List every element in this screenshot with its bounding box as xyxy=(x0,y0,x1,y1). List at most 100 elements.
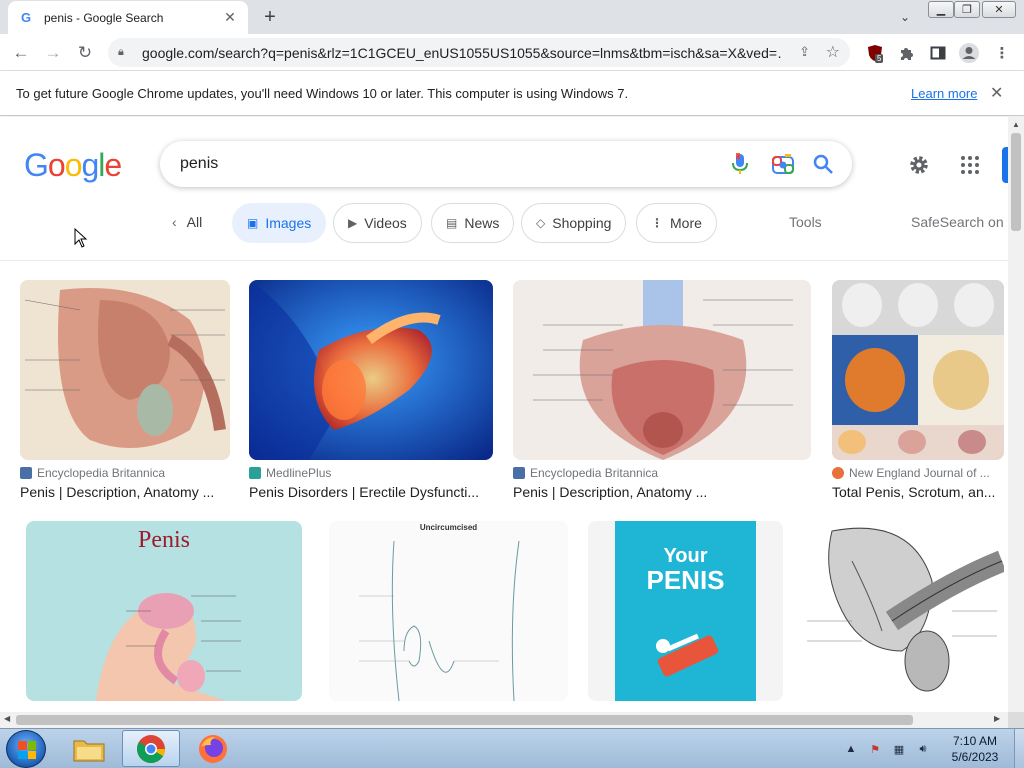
start-button[interactable] xyxy=(6,730,46,768)
image-result-5[interactable]: Penis xyxy=(26,521,302,701)
image-thumbnail[interactable] xyxy=(513,280,811,460)
result-source: MedlinePlus xyxy=(249,466,493,480)
medlineplus-favicon-icon xyxy=(249,467,261,479)
result-caption[interactable]: Penis Disorders | Erectile Dysfuncti... xyxy=(249,484,493,500)
browser-tab[interactable]: G penis - Google Search ✕ xyxy=(8,1,248,34)
chip-images[interactable]: ▣ Images xyxy=(232,203,327,243)
more-vertical-icon: ⋮ xyxy=(651,216,663,230)
google-apps-grid-icon[interactable] xyxy=(960,155,980,175)
tab-search-chevron-icon[interactable]: ⌄ xyxy=(894,6,916,28)
learn-more-link[interactable]: Learn more xyxy=(911,86,977,101)
microphone-icon[interactable] xyxy=(730,153,750,175)
search-icon[interactable] xyxy=(812,153,834,175)
result-caption[interactable]: Total Penis, Scrotum, an... xyxy=(832,484,1004,500)
image-result-3[interactable]: Encyclopedia Britannica Penis | Descript… xyxy=(513,280,811,500)
tab-strip: G penis - Google Search ✕ + ⌄ ▁ ❐ ✕ xyxy=(0,0,1024,34)
taskbar-firefox[interactable] xyxy=(184,730,242,767)
window-close-button[interactable]: ✕ xyxy=(982,1,1016,18)
chip-news[interactable]: ▤ News xyxy=(431,203,515,243)
close-infobar-icon[interactable]: ✕ xyxy=(990,83,1003,103)
page-content: Google penis ‹ All ▣ Images ▶ Videos ▤ N… xyxy=(0,117,1008,712)
image-thumbnail[interactable] xyxy=(802,521,1004,701)
image-thumbnail[interactable]: Penis xyxy=(26,521,302,701)
image-result-2[interactable]: MedlinePlus Penis Disorders | Erectile D… xyxy=(249,280,493,500)
image-result-1[interactable]: Encyclopedia Britannica Penis | Descript… xyxy=(20,280,230,500)
network-icon[interactable]: ▦ xyxy=(890,740,908,758)
chip-all[interactable]: ‹ All xyxy=(172,214,202,230)
image-result-6[interactable]: Uncircumcised xyxy=(329,521,568,701)
bookmark-star-icon[interactable]: ☆ xyxy=(826,42,840,62)
new-tab-button[interactable]: + xyxy=(258,5,282,29)
google-favicon-icon: G xyxy=(20,10,32,25)
google-logo[interactable]: Google xyxy=(24,147,122,184)
horizontal-scrollbar[interactable]: ◀ ▶ xyxy=(0,712,1008,728)
taskbar-chrome[interactable] xyxy=(122,730,180,767)
britannica-favicon-icon xyxy=(20,467,32,479)
image-thumbnail[interactable] xyxy=(832,280,1004,460)
search-filter-chips: ‹ All ▣ Images ▶ Videos ▤ News ◇ Shopping ⋮ Mo… xyxy=(0,203,1008,245)
search-input[interactable]: penis xyxy=(180,155,218,173)
reload-button[interactable]: ↻ xyxy=(72,40,98,66)
clock-time: 7:10 AM xyxy=(952,734,998,748)
result-caption[interactable]: Penis | Description, Anatomy ... xyxy=(513,484,811,500)
chrome-menu-icon[interactable]: ⋮ xyxy=(990,41,1014,65)
extensions-puzzle-icon[interactable] xyxy=(894,41,918,65)
scroll-right-arrow-icon[interactable]: ▶ xyxy=(994,714,1000,723)
scroll-left-arrow-icon[interactable]: ◀ xyxy=(4,714,10,723)
image-thumbnail[interactable]: Your PENIS xyxy=(588,521,783,701)
image-result-7[interactable]: Your PENIS xyxy=(588,521,783,701)
chevron-left-icon: ‹ xyxy=(172,214,177,230)
video-icon: ▶ xyxy=(348,216,358,230)
image-thumbnail[interactable]: Uncircumcised xyxy=(329,521,568,701)
mouse-cursor-icon xyxy=(74,228,88,248)
forward-button[interactable]: → xyxy=(40,40,66,66)
tab-title: penis - Google Search xyxy=(44,10,164,25)
safesearch-button[interactable]: SafeSearch on xyxy=(911,214,1004,230)
folder-icon xyxy=(73,740,105,761)
minimize-button[interactable]: ▁ xyxy=(928,1,954,18)
close-tab-icon[interactable]: ✕ xyxy=(222,9,238,26)
settings-gear-icon[interactable] xyxy=(907,153,931,177)
update-infobar: To get future Google Chrome updates, you… xyxy=(0,71,1024,116)
ublock-extension-icon[interactable]: 5 xyxy=(863,41,887,65)
lens-camera-icon[interactable] xyxy=(772,154,794,174)
share-icon[interactable]: ⇪ xyxy=(799,44,810,60)
scroll-up-arrow-icon[interactable]: ▲ xyxy=(1012,120,1020,129)
result-caption[interactable]: Penis | Description, Anatomy ... xyxy=(20,484,230,500)
chip-shopping[interactable]: ◇ Shopping xyxy=(521,203,627,243)
vertical-scroll-thumb[interactable] xyxy=(1011,133,1021,231)
vertical-scrollbar[interactable]: ▲ xyxy=(1008,117,1024,712)
profile-avatar-icon[interactable] xyxy=(957,41,981,65)
tools-button[interactable]: Tools xyxy=(789,214,822,230)
extension-badge: 5 xyxy=(875,54,884,63)
restore-button[interactable]: ❐ xyxy=(954,1,980,18)
volume-icon[interactable]: 🔊︎ xyxy=(914,740,932,758)
windows-taskbar: ▲ ⚑ ▦ 🔊︎ 7:10 AM 5/6/2023 xyxy=(0,728,1024,768)
action-center-flag-icon[interactable]: ⚑ xyxy=(866,740,884,758)
url-text: google.com/search?q=penis&rlz=1C1GCEU_en… xyxy=(142,44,782,61)
back-button[interactable]: ← xyxy=(8,40,34,66)
show-hidden-icons-chevron-icon[interactable]: ▲ xyxy=(842,740,860,758)
image-thumbnail[interactable] xyxy=(249,280,493,460)
browser-toolbar: ← → ↻ 🔒︎ google.com/search?q=penis&rlz=1… xyxy=(0,34,1024,71)
chip-more[interactable]: ⋮ More xyxy=(636,203,717,243)
taskbar-explorer[interactable] xyxy=(60,730,118,767)
taskbar-clock[interactable]: 7:10 AM 5/6/2023 xyxy=(940,733,1010,765)
image-result-4[interactable]: New England Journal of ... Total Penis, … xyxy=(832,280,1004,500)
lock-icon: 🔒︎ xyxy=(118,46,124,58)
firefox-icon xyxy=(199,734,227,763)
clock-date: 5/6/2023 xyxy=(951,750,999,764)
horizontal-scroll-thumb[interactable] xyxy=(16,715,913,725)
search-box[interactable]: penis xyxy=(160,141,852,187)
result-source: New England Journal of ... xyxy=(832,466,1004,480)
chip-videos[interactable]: ▶ Videos xyxy=(333,203,422,243)
infobar-message: To get future Google Chrome updates, you… xyxy=(16,86,629,101)
show-desktop-button[interactable] xyxy=(1014,729,1024,768)
address-bar[interactable]: 🔒︎ google.com/search?q=penis&rlz=1C1GCEU… xyxy=(108,38,850,67)
side-panel-icon[interactable] xyxy=(926,41,950,65)
image-thumbnail[interactable] xyxy=(20,280,230,460)
result-source: Encyclopedia Britannica xyxy=(20,466,230,480)
britannica-favicon-icon xyxy=(513,467,525,479)
result-source: Encyclopedia Britannica xyxy=(513,466,811,480)
image-result-8[interactable] xyxy=(802,521,1004,701)
